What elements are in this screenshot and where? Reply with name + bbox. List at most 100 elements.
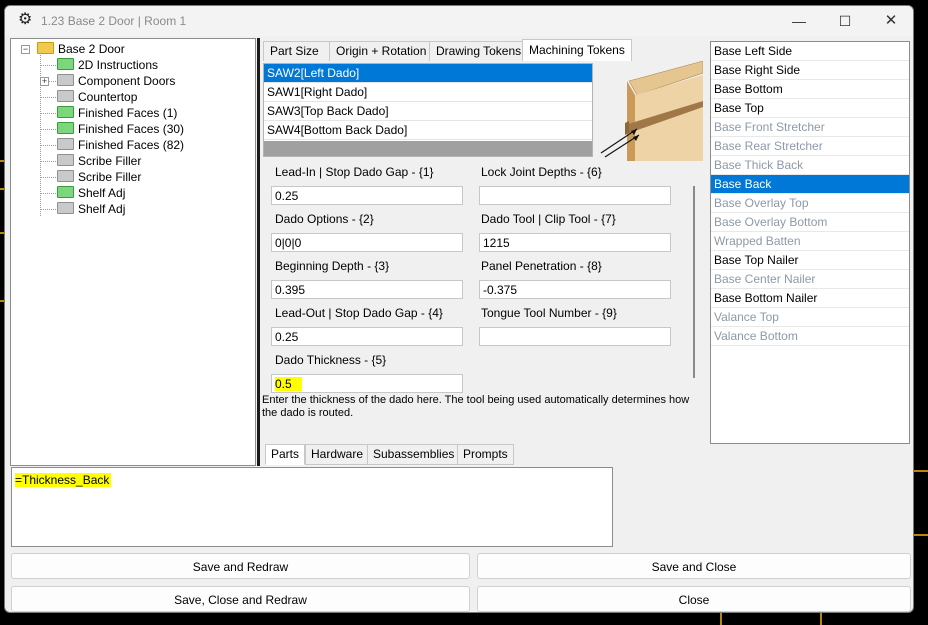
tree-item-label: Scribe Filler <box>78 154 142 168</box>
tree-item[interactable]: Countertop <box>57 89 137 105</box>
dialog-window: ⚙ 1.23 Base 2 Door | Room 1 — ☐ ✕ − Base… <box>4 5 914 613</box>
save-and-close-button[interactable]: Save and Close <box>477 553 911 579</box>
tree-item[interactable]: Component Doors <box>57 73 175 89</box>
tongue-tool-label: Tongue Tool Number - {9} <box>481 306 617 320</box>
tree-item-label: Countertop <box>78 90 138 104</box>
tab-parts[interactable]: Parts <box>265 444 306 465</box>
background-line <box>912 470 928 472</box>
token-item[interactable]: SAW1[Right Dado] <box>264 83 592 102</box>
minimize-button[interactable]: — <box>776 6 822 36</box>
folder-gray-icon <box>57 170 74 182</box>
folder-gray-icon <box>57 74 74 86</box>
part-item[interactable]: Base Overlay Top <box>711 194 909 213</box>
part-item[interactable]: Valance Bottom <box>711 327 909 346</box>
dado-tool-label: Dado Tool | Clip Tool - {7} <box>481 212 616 226</box>
tree-line <box>40 145 56 146</box>
tree-line <box>40 129 56 130</box>
tree-item[interactable]: Scribe Filler <box>57 169 141 185</box>
folder-gray-icon <box>57 154 74 166</box>
dado-illustration <box>600 61 703 161</box>
folder-green-icon <box>57 58 74 70</box>
part-item[interactable]: Base Top Nailer <box>711 251 909 270</box>
formula-text: =Thickness_Back <box>15 473 112 487</box>
part-item[interactable]: Valance Top <box>711 308 909 327</box>
tree-item[interactable]: Finished Faces (30) <box>57 121 184 137</box>
tree-item-label: Shelf Adj <box>78 186 126 200</box>
close-window-button[interactable]: ✕ <box>868 6 913 36</box>
tab-machining-tokens[interactable]: Machining Tokens <box>522 39 632 61</box>
tree-line <box>40 97 56 98</box>
lead-in-input[interactable]: 0.25 <box>271 186 463 205</box>
tree-item[interactable]: Finished Faces (82) <box>57 137 184 153</box>
background-line <box>820 612 822 625</box>
machining-token-list[interactable]: SAW2[Left Dado] SAW1[Right Dado] SAW3[To… <box>263 63 593 157</box>
tree-item[interactable]: Scribe Filler <box>57 153 141 169</box>
part-item[interactable]: Base Rear Stretcher <box>711 137 909 156</box>
dado-tool-input[interactable]: 1215 <box>479 233 671 252</box>
token-item[interactable]: SAW3[Top Back Dado] <box>264 102 592 121</box>
folder-green-icon <box>57 122 74 134</box>
tree-line <box>40 113 56 114</box>
part-item-selected[interactable]: Base Back <box>711 175 909 194</box>
tab-drawing-tokens[interactable]: Drawing Tokens <box>429 41 525 61</box>
token-item[interactable]: SAW2[Left Dado] <box>264 64 592 83</box>
parts-list[interactable]: Base Left Side Base Right Side Base Bott… <box>710 41 910 444</box>
token-item[interactable]: SAW4[Bottom Back Dado] <box>264 121 592 140</box>
formula-editor[interactable]: =Thickness_Back <box>11 467 613 547</box>
maximize-button[interactable]: ☐ <box>822 6 868 36</box>
folder-green-icon <box>57 106 74 118</box>
tongue-tool-input[interactable] <box>479 327 671 346</box>
dado-options-input[interactable]: 0|0|0 <box>271 233 463 252</box>
tree-item[interactable]: 2D Instructions <box>57 57 158 73</box>
tree-expander[interactable]: − <box>21 45 30 54</box>
gear-icon: ⚙ <box>18 11 33 28</box>
tree-line <box>49 81 56 82</box>
tab-prompts[interactable]: Prompts <box>457 444 514 465</box>
tree-expander[interactable]: + <box>40 77 49 86</box>
save-close-redraw-button[interactable]: Save, Close and Redraw <box>11 586 470 612</box>
lock-joint-input[interactable] <box>479 186 671 205</box>
part-item[interactable]: Base Bottom Nailer <box>711 289 909 308</box>
part-item[interactable]: Wrapped Batten <box>711 232 909 251</box>
part-item[interactable]: Base Center Nailer <box>711 270 909 289</box>
tree-item-label: Scribe Filler <box>78 170 142 184</box>
panel-penetration-input[interactable]: -0.375 <box>479 280 671 299</box>
tab-hardware[interactable]: Hardware <box>305 444 370 465</box>
part-item[interactable]: Base Overlay Bottom <box>711 213 909 232</box>
tree-line <box>40 209 56 210</box>
panel-penetration-label: Panel Penetration - {8} <box>481 259 602 273</box>
save-and-redraw-button[interactable]: Save and Redraw <box>11 553 470 579</box>
tree-root[interactable]: Base 2 Door <box>37 41 125 57</box>
product-tree[interactable]: − Base 2 Door 2D Instructions + Componen… <box>10 38 256 466</box>
folder-open-icon <box>37 42 54 54</box>
part-item[interactable]: Base Thick Back <box>711 156 909 175</box>
dado-thickness-label: Dado Thickness - {5} <box>275 353 387 367</box>
dado-thickness-input[interactable]: 0.5 <box>271 374 463 393</box>
tree-item-label: Finished Faces (30) <box>78 122 185 136</box>
part-item[interactable]: Base Front Stretcher <box>711 118 909 137</box>
folder-green-icon <box>57 186 74 198</box>
part-item[interactable]: Base Top <box>711 99 909 118</box>
tree-root-label: Base 2 Door <box>58 42 125 56</box>
close-button[interactable]: Close <box>477 586 911 612</box>
folder-gray-icon <box>57 202 74 214</box>
beginning-depth-input[interactable]: 0.395 <box>271 280 463 299</box>
tab-subassemblies[interactable]: Subassemblies <box>367 444 461 465</box>
tree-line <box>40 177 56 178</box>
fields-scrollbar[interactable] <box>693 186 695 378</box>
part-item[interactable]: Base Right Side <box>711 61 909 80</box>
tree-line <box>40 193 56 194</box>
tree-item[interactable]: Shelf Adj <box>57 185 125 201</box>
panel-splitter[interactable] <box>257 38 260 466</box>
tab-part-size[interactable]: Part Size <box>263 41 331 61</box>
dado-options-label: Dado Options - {2} <box>275 212 374 226</box>
tab-origin-rotation[interactable]: Origin + Rotation <box>329 41 431 61</box>
part-item[interactable]: Base Left Side <box>711 42 909 61</box>
tree-item[interactable]: Finished Faces (1) <box>57 105 177 121</box>
tree-item[interactable]: Shelf Adj <box>57 201 125 217</box>
tree-item-label: Shelf Adj <box>78 202 126 216</box>
lead-out-input[interactable]: 0.25 <box>271 327 463 346</box>
beginning-depth-label: Beginning Depth - {3} <box>275 259 390 273</box>
tree-item-label: Finished Faces (82) <box>78 138 185 152</box>
part-item[interactable]: Base Bottom <box>711 80 909 99</box>
